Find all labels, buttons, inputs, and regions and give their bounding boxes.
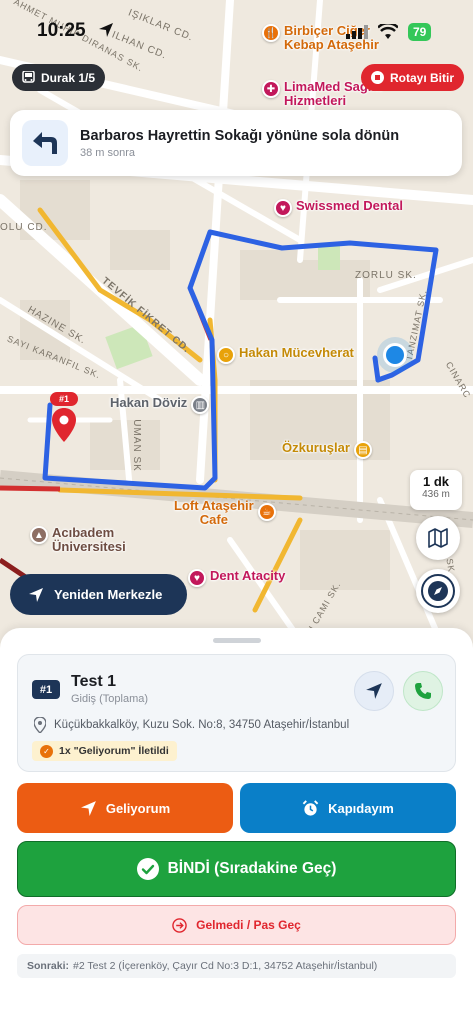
poi-label: Üniversitesi: [52, 539, 126, 554]
nav-distance: 38 m sonra: [80, 146, 136, 159]
poi-label: Swissmed Dental: [296, 198, 403, 213]
poi-hakan-mucevherat[interactable]: ○ Hakan Mücevherat: [217, 346, 354, 364]
health-icon: ✚: [262, 80, 280, 98]
stop-marker-badge: #1: [50, 392, 78, 406]
boarded-button-label: BİNDİ (Sıradakine Geç): [167, 860, 337, 877]
at-door-button-label: Kapıdayım: [328, 800, 394, 816]
poi-dent-atacity[interactable]: ♥ Dent Atacity: [188, 569, 285, 587]
shop-icon: ▤: [353, 441, 372, 459]
phone-icon: [415, 683, 431, 699]
stop-marker[interactable]: #1: [50, 392, 78, 448]
eta-distance: 436 m: [422, 489, 450, 500]
stop-progress-chip[interactable]: Durak 1/5: [12, 64, 106, 91]
status-time: 10:25: [37, 20, 86, 41]
end-route-label: Rotayı Bitir: [390, 70, 455, 85]
poi-label: Hakan Döviz: [110, 395, 188, 410]
poi-label: Hakan Mücevherat: [239, 345, 354, 360]
location-arrow-icon: [99, 23, 113, 37]
ring-icon: ○: [217, 346, 235, 364]
passenger-address: Küçükbakkalköy, Kuzu Sok. No:8, 34750 At…: [54, 719, 350, 731]
passenger-card: #1 Test 1 Gidiş (Toplama) Küçükbakkalköy…: [17, 654, 456, 772]
location-pin-icon: [52, 408, 76, 442]
passenger-trip-type: Gidiş (Toplama): [71, 693, 149, 705]
nav-instruction: Barbaros Hayrettin Sokağı yönüne sola dö…: [80, 127, 400, 144]
end-route-button[interactable]: Rotayı Bitir: [361, 64, 465, 91]
current-location-dot: [383, 343, 407, 367]
turn-left-icon: [22, 120, 68, 166]
map-icon: [428, 528, 448, 548]
poi-loft[interactable]: Loft Ataşehir Cafe ☕: [174, 499, 276, 527]
street-label: ZORLU SK.: [355, 270, 417, 281]
poi-ozkuruslar[interactable]: Özkuruşlar ▤: [282, 441, 372, 459]
compass-button[interactable]: [416, 569, 460, 613]
alarm-clock-icon: [302, 799, 319, 816]
bottom-sheet: #1 Test 1 Gidiş (Toplama) Küçükbakkalköy…: [0, 628, 473, 1024]
passenger-name: Test 1: [71, 673, 117, 690]
poi-swissmed[interactable]: ♥ Swissmed Dental: [274, 199, 403, 217]
signal-icon: [346, 25, 368, 39]
at-door-button[interactable]: Kapıdayım: [240, 783, 456, 833]
poi-label: Cafe: [199, 512, 228, 527]
map-view[interactable]: IŞIKLAR CD. AHMET MUHIP DIRANAS SK. ILHA…: [0, 0, 473, 650]
eta-minutes: 1 dk: [422, 474, 449, 489]
navigation-arrow-icon: [366, 683, 382, 699]
next-stop-value: #2 Test 2 (İçerenköy, Çayır Cd No:3 D:1,…: [73, 960, 378, 972]
battery-level: 79: [408, 23, 432, 41]
street-label: UMAN SK: [130, 419, 142, 472]
navigation-arrow-icon: [29, 587, 43, 602]
no-show-button-label: Gelmedi / Pas Geç: [196, 918, 301, 932]
location-pin-icon: [34, 717, 46, 733]
bus-icon: [22, 71, 35, 83]
poi-label: Hizmetleri: [284, 93, 347, 108]
map-layers-button[interactable]: [416, 516, 460, 560]
tooth-icon: ♥: [188, 569, 206, 587]
stop-icon: [371, 71, 384, 84]
compass-icon: [421, 574, 455, 608]
sheet-drag-handle[interactable]: [213, 638, 261, 643]
navigate-button[interactable]: [354, 671, 394, 711]
coming-button-label: Geliyorum: [105, 800, 171, 816]
poi-label: Dent Atacity: [210, 568, 286, 583]
check-circle-icon: [136, 858, 159, 880]
no-show-button[interactable]: Gelmedi / Pas Geç: [17, 905, 456, 945]
next-stop-info: Sonraki: #2 Test 2 (İçerenköy, Çayır Cd …: [17, 954, 456, 978]
school-icon: ▲: [30, 526, 48, 544]
bank-icon: ▥: [191, 396, 210, 414]
arrow-right-circle-icon: [172, 917, 187, 933]
coming-button[interactable]: Geliyorum: [17, 783, 233, 833]
poi-label: Loft Ataşehir: [174, 498, 254, 513]
poi-label: Acıbadem: [52, 525, 115, 540]
navigation-instruction-card: Barbaros Hayrettin Sokağı yönüne sola dö…: [10, 110, 462, 176]
street-label: OLU CD.: [0, 222, 48, 233]
tooth-icon: ♥: [274, 199, 292, 217]
call-button[interactable]: [403, 671, 443, 711]
notification-status-text: 1x "Geliyorum" İletildi: [59, 745, 169, 757]
wifi-icon: [378, 24, 398, 39]
boarded-button[interactable]: BİNDİ (Sıradakine Geç): [17, 841, 456, 897]
poi-acibadem[interactable]: ▲ Acıbadem Üniversitesi: [30, 526, 126, 554]
next-stop-label: Sonraki:: [27, 960, 70, 972]
poi-hakan-doviz[interactable]: Hakan Döviz ▥: [110, 395, 210, 414]
stop-progress-label: Durak 1/5: [41, 70, 96, 85]
recenter-button[interactable]: Yeniden Merkezle: [10, 574, 187, 615]
eta-badge: 1 dk 436 m: [410, 470, 462, 510]
passenger-number-badge: #1: [32, 680, 60, 699]
cafe-icon: ☕: [257, 503, 276, 521]
check-icon: ✓: [40, 744, 53, 758]
send-icon: [80, 800, 96, 816]
recenter-label: Yeniden Merkezle: [54, 587, 163, 602]
notification-status-badge: ✓ 1x "Geliyorum" İletildi: [32, 741, 177, 761]
status-bar: 10:25 79: [0, 20, 473, 46]
poi-label: Özkuruşlar: [282, 440, 350, 455]
